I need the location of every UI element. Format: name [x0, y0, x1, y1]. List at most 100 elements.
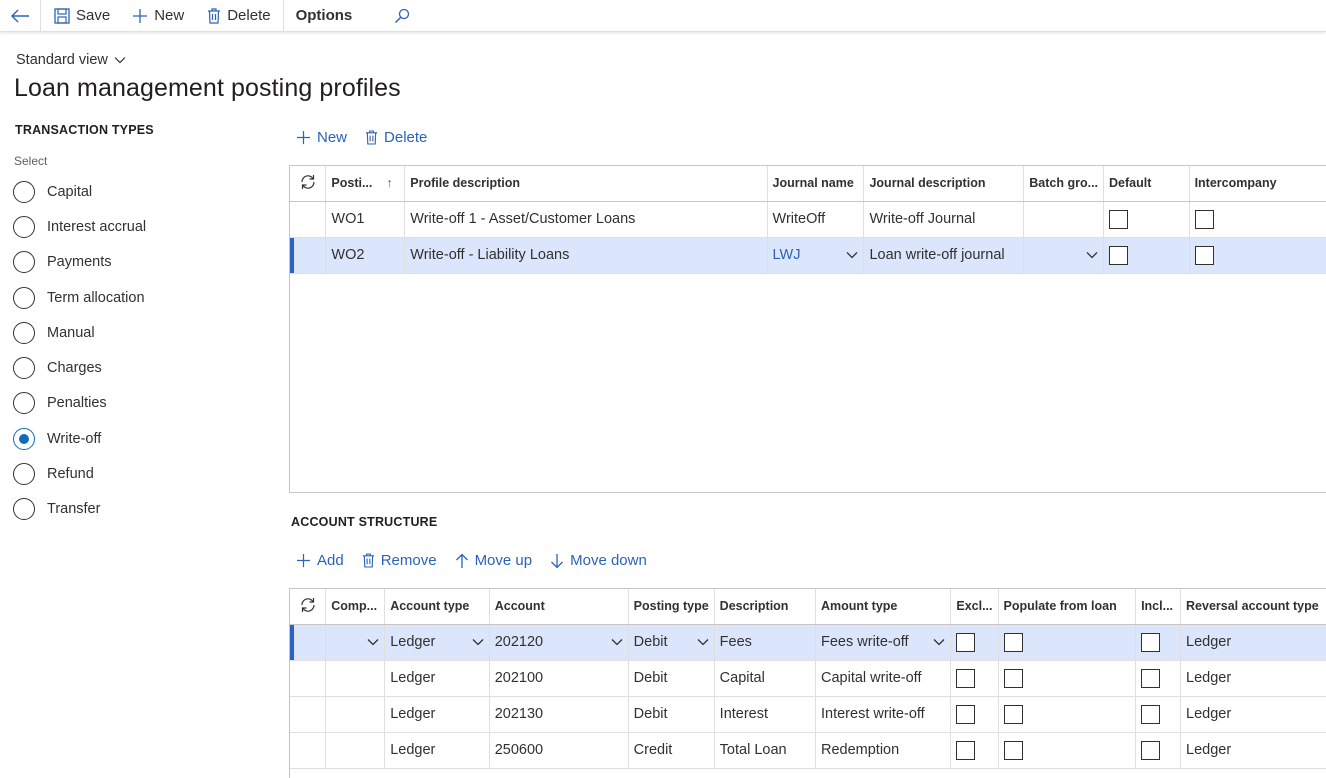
exclude-cell[interactable]: [950, 696, 999, 733]
exclude-checkbox[interactable]: [956, 632, 976, 652]
transaction-type-option[interactable]: Payments: [13, 245, 146, 280]
batch-group-cell[interactable]: [1023, 237, 1105, 274]
transaction-type-option[interactable]: Transfer: [13, 492, 146, 527]
posting-type-cell[interactable]: Debit: [628, 624, 715, 661]
back-button[interactable]: [0, 0, 40, 32]
company-cell[interactable]: [325, 696, 386, 733]
exclude-checkbox[interactable]: [956, 704, 976, 724]
populate-from-loan-checkbox[interactable]: [1003, 668, 1023, 688]
posting-cell[interactable]: WO1: [325, 201, 406, 238]
table-row[interactable]: Ledger 202100 Debit Capital Capital write-of…: [290, 660, 1326, 697]
account-cell[interactable]: 202100: [489, 660, 629, 697]
column-header-reversal-account-type[interactable]: Reversal account type: [1180, 589, 1326, 625]
transaction-type-option[interactable]: Term allocation: [13, 280, 146, 315]
add-button[interactable]: Add: [296, 552, 344, 569]
exclude-cell[interactable]: [950, 660, 999, 697]
company-cell[interactable]: [325, 660, 386, 697]
intercompany-checkbox[interactable]: [1194, 209, 1214, 229]
exclude-cell[interactable]: [950, 732, 999, 769]
table-row[interactable]: WO1 Write-off 1 - Asset/Customer Loans Wri…: [290, 201, 1326, 238]
description-cell[interactable]: Interest: [714, 696, 817, 733]
transaction-type-option[interactable]: Penalties: [13, 386, 146, 421]
company-cell[interactable]: [325, 732, 386, 769]
transaction-type-option[interactable]: Refund: [13, 456, 146, 491]
table-row[interactable]: Ledger 202130 Debit Interest Interest write-…: [290, 696, 1326, 733]
reversal-account-type-cell[interactable]: Ledger: [1180, 660, 1326, 697]
transaction-type-option[interactable]: Write-off: [13, 421, 146, 456]
description-cell[interactable]: Fees: [714, 624, 817, 661]
move-down-button[interactable]: Move down: [550, 552, 647, 569]
profile-description-cell[interactable]: Write-off - Liability Loans: [404, 237, 768, 274]
transaction-type-option[interactable]: Charges: [13, 350, 146, 385]
account-cell[interactable]: 250600: [489, 732, 629, 769]
radio-button[interactable]: [13, 427, 35, 450]
description-cell[interactable]: Total Loan: [714, 732, 817, 769]
include-cell[interactable]: [1135, 732, 1182, 769]
chevron-down-icon[interactable]: [367, 638, 379, 646]
exclude-checkbox[interactable]: [956, 740, 976, 760]
column-header-batch-group[interactable]: Batch gro...: [1023, 166, 1105, 202]
exclude-checkbox[interactable]: [956, 668, 976, 688]
chevron-down-icon[interactable]: [697, 638, 709, 646]
populate-from-loan-cell[interactable]: [998, 732, 1137, 769]
table-row[interactable]: WO2 Write-off - Liability Loans LWJ Loan wr…: [290, 237, 1326, 274]
account-type-cell[interactable]: Ledger: [384, 732, 490, 769]
transaction-type-option[interactable]: Manual: [13, 315, 146, 350]
include-checkbox[interactable]: [1141, 668, 1161, 688]
new-button[interactable]: New: [122, 0, 196, 32]
profile-description-cell[interactable]: Write-off 1 - Asset/Customer Loans: [404, 201, 768, 238]
batch-group-cell[interactable]: [1023, 201, 1105, 238]
amount-type-cell[interactable]: Interest write-off: [815, 696, 952, 733]
column-header-description[interactable]: Description: [714, 589, 817, 625]
column-header-account[interactable]: Account: [489, 589, 629, 625]
radio-button[interactable]: [13, 498, 35, 521]
posting-type-cell[interactable]: Debit: [628, 660, 715, 697]
transaction-type-option[interactable]: Capital: [13, 174, 146, 209]
profiles-new-button[interactable]: New: [296, 129, 347, 146]
column-header-journal-name[interactable]: Journal name: [767, 166, 865, 202]
default-cell[interactable]: [1103, 201, 1190, 238]
populate-from-loan-cell[interactable]: [998, 624, 1137, 661]
amount-type-cell[interactable]: Fees write-off: [815, 624, 952, 661]
include-cell[interactable]: [1135, 624, 1182, 661]
journal-name-cell[interactable]: WriteOff: [767, 201, 865, 238]
radio-button[interactable]: [13, 251, 35, 274]
chevron-down-icon[interactable]: [1086, 251, 1098, 259]
company-cell[interactable]: [325, 624, 386, 661]
radio-button[interactable]: [13, 180, 35, 203]
include-cell[interactable]: [1135, 696, 1182, 733]
column-header-journal-description[interactable]: Journal description: [863, 166, 1025, 202]
refresh-column-header[interactable]: [290, 589, 327, 625]
default-checkbox[interactable]: [1109, 245, 1129, 265]
amount-type-cell[interactable]: Redemption: [815, 732, 952, 769]
include-cell[interactable]: [1135, 660, 1182, 697]
column-header-amount-type[interactable]: Amount type: [815, 589, 952, 625]
posting-type-cell[interactable]: Credit: [628, 732, 715, 769]
chevron-down-icon[interactable]: [472, 638, 484, 646]
radio-button[interactable]: [13, 392, 35, 415]
radio-button[interactable]: [13, 463, 35, 486]
remove-button[interactable]: Remove: [362, 552, 437, 569]
chevron-down-icon[interactable]: [611, 638, 623, 646]
include-checkbox[interactable]: [1141, 632, 1161, 652]
radio-button[interactable]: [13, 286, 35, 309]
table-row[interactable]: Ledger 250600 Credit Total Loan Redemption Le…: [290, 732, 1326, 769]
description-cell[interactable]: Capital: [714, 660, 817, 697]
populate-from-loan-cell[interactable]: [998, 660, 1137, 697]
journal-name-cell[interactable]: LWJ: [767, 237, 865, 274]
account-cell[interactable]: 202130: [489, 696, 629, 733]
row-selector[interactable]: [290, 237, 327, 274]
search-button[interactable]: [364, 0, 426, 32]
column-header-exclude[interactable]: Excl...: [950, 589, 999, 625]
delete-button[interactable]: Delete: [196, 0, 282, 32]
column-header-populate-from-loan[interactable]: Populate from loan: [998, 589, 1137, 625]
column-header-profile-description[interactable]: Profile description: [404, 166, 768, 202]
column-header-default[interactable]: Default: [1103, 166, 1190, 202]
populate-from-loan-cell[interactable]: [998, 696, 1137, 733]
radio-button[interactable]: [13, 357, 35, 380]
save-button[interactable]: Save: [41, 0, 122, 32]
options-button[interactable]: Options: [284, 0, 365, 32]
posting-type-cell[interactable]: Debit: [628, 696, 715, 733]
default-checkbox[interactable]: [1109, 209, 1129, 229]
profiles-delete-button[interactable]: Delete: [365, 129, 427, 146]
